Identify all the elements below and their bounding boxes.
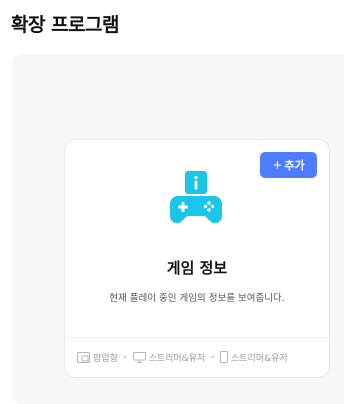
tag-separator: •	[122, 352, 128, 362]
gamepad-info-icon	[169, 171, 223, 224]
extension-card[interactable]: + 추가 게임 정보 현재 플레이 중인 게임의 정보를 보여줍니다. 팝업형 …	[64, 139, 330, 378]
add-button-label: 추가	[284, 159, 305, 172]
extension-tags: 팝업형 • 스트리머&유저 • 스트리머&유저	[77, 348, 321, 366]
extension-name: 게임 정보	[166, 259, 228, 277]
tag-mobile: 스트리머&유저	[219, 351, 288, 364]
card-divider	[65, 337, 329, 338]
popup-window-icon	[77, 351, 90, 363]
mobile-phone-icon	[219, 351, 228, 363]
tag-popup: 팝업형	[77, 351, 118, 364]
page-title: 확장 프로그램	[11, 14, 120, 36]
tag-desktop: 스트리머&유저	[132, 351, 205, 364]
extension-description: 현재 플레이 중인 게임의 정보를 보여줍니다.	[109, 293, 285, 304]
monitor-icon	[132, 351, 146, 363]
add-extension-button[interactable]: + 추가	[260, 152, 317, 178]
tag-separator: •	[210, 352, 215, 362]
plus-icon: +	[272, 158, 283, 172]
